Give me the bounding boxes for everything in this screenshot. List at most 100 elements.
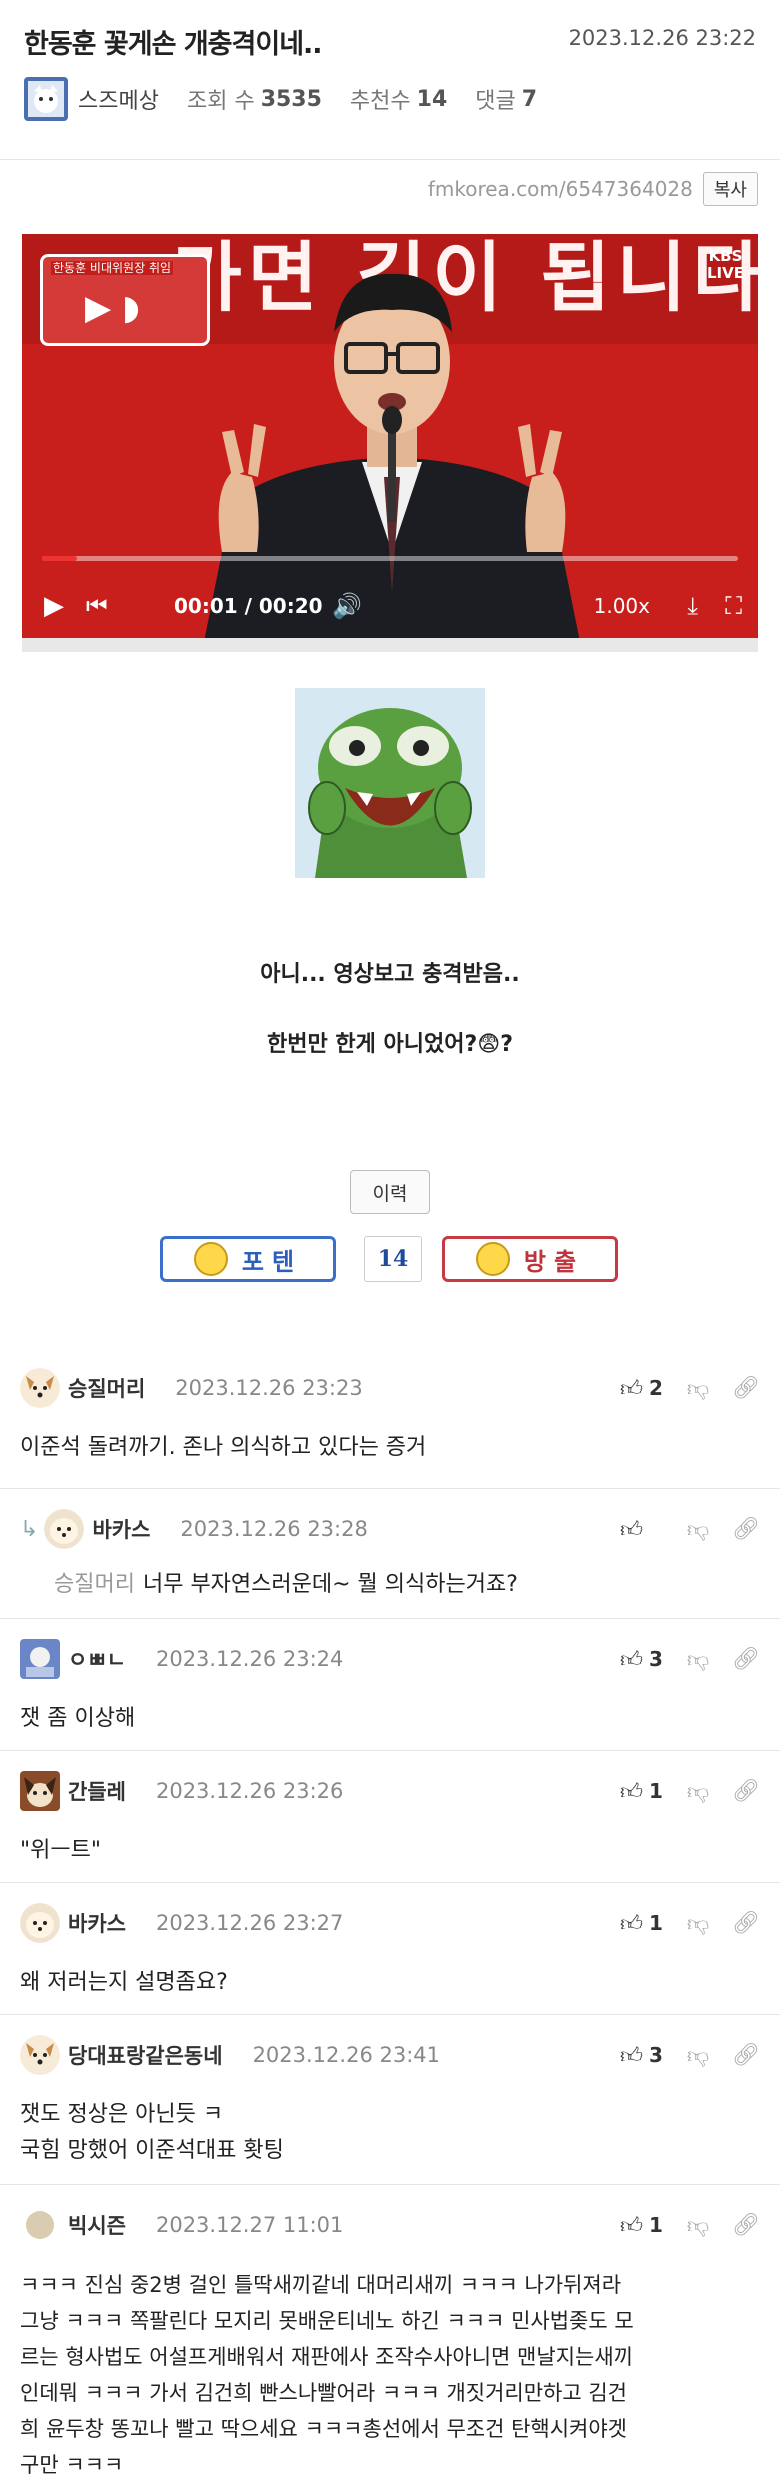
- link-icon[interactable]: 🔗︎: [720, 1911, 760, 1936]
- comment-text-line: 잿도 정상은 아닌듯 ㅋ: [20, 2102, 224, 2127]
- copy-button[interactable]: 복사: [702, 172, 758, 206]
- comment-text: 잿 좀 이상해: [20, 1706, 136, 1731]
- like-count: 3: [649, 2043, 663, 2067]
- thumbs-down-icon[interactable]: 👎︎: [676, 2212, 720, 2239]
- link-icon[interactable]: 🔗︎: [720, 1779, 760, 1804]
- comment-date: 2023.12.26 23:26: [155, 1779, 344, 1803]
- video-progress-fill: [42, 556, 77, 561]
- post-title: 한동훈 꽃게손 개충격이네..: [24, 29, 323, 60]
- comment-item: 간들레 2023.12.26 23:26 👍︎ 1 👎︎ 🔗︎ "위ㅡ트": [0, 1750, 780, 1882]
- author-name[interactable]: 스즈메상: [78, 83, 159, 115]
- comment-date: 2023.12.26 23:27: [155, 1911, 344, 1935]
- author-row: 스즈메상 조회 수 3535 추천수 14 댓글 7: [24, 76, 537, 122]
- link-icon[interactable]: 🔗︎: [720, 1647, 760, 1672]
- post-body-line-1: 아니... 영상보고 충격받음..: [260, 962, 520, 987]
- comment-date: 2023.12.26 23:24: [155, 1647, 344, 1671]
- dog-icon[interactable]: [20, 1771, 60, 1811]
- comment-author[interactable]: 바카스: [68, 1908, 126, 1938]
- comment-author[interactable]: 당대표랑같은동네: [68, 2040, 223, 2070]
- thumbs-down-face-icon: [475, 1242, 510, 1276]
- comment-date: 2023.12.26 23:41: [252, 2043, 440, 2067]
- like-button[interactable]: 👍︎ 1: [620, 2212, 676, 2239]
- like-count: 2: [649, 1376, 663, 1400]
- download-icon[interactable]: ⤓: [687, 584, 698, 628]
- link-icon[interactable]: 🔗︎: [720, 2213, 760, 2238]
- like-button[interactable]: 👍︎ 1: [620, 1910, 676, 1937]
- circle-icon[interactable]: [20, 2205, 60, 2245]
- thumbs-down-icon[interactable]: 👎︎: [676, 1646, 720, 1673]
- comment-text-row: 승질머리 너무 부자연스러운데~ 뭘 의식하는거죠?: [54, 1567, 780, 1603]
- comment-text: 너무 부자연스러운데~ 뭘 의식하는거죠?: [142, 1572, 518, 1597]
- comment-text-line: 국힘 망했어 이준석대표 홧팅: [20, 2138, 284, 2163]
- post-header: 한동훈 꽃게손 개충격이네.. 2023.12.26 23:22 스즈메상 조회…: [0, 0, 780, 160]
- video-player[interactable]: 가면 길이 됩니다 KBS LIVE 한동훈 비대위원장 취임 ▶ ◗ ▶ ⏮: [22, 234, 758, 652]
- link-icon[interactable]: 🔗︎: [720, 1517, 760, 1542]
- comment-author[interactable]: 승질머리: [68, 1373, 145, 1403]
- thumbs-up-icon: 👍︎: [620, 1647, 643, 1673]
- thumbs-down-icon[interactable]: 👎︎: [676, 2042, 720, 2069]
- comment-item: 당대표랑같은동네 2023.12.26 23:41 👍︎ 3 👎︎ 🔗︎ 잿도 …: [0, 2014, 780, 2184]
- upvote-label: 포텐: [241, 1247, 303, 1276]
- comment-text-line: 그냥 ㅋㅋㅋ 쪽팔린다 모지리 못배운티네노 하긴 ㅋㅋㅋ 민사법좆도 모: [20, 2309, 634, 2333]
- comment-date: 2023.12.26 23:28: [180, 1517, 368, 1541]
- volume-icon[interactable]: 🔊: [332, 584, 362, 628]
- comment-item: 빅시즌 2023.12.27 11:01 👍︎ 1 👎︎ 🔗︎ ㅋㅋㅋ 진심 중…: [0, 2184, 780, 2488]
- thumbnail-caption: 한동훈 비대위원장 취임: [51, 261, 174, 275]
- reply-arrow-icon: ↳: [20, 1516, 39, 1542]
- comment-text: 왜 저러는지 설명좀요?: [20, 1970, 228, 1995]
- source-url[interactable]: fmkorea.com/6547364028: [428, 177, 693, 201]
- comment-author[interactable]: ㅇㅃㄴ: [68, 1644, 126, 1674]
- puppy-icon[interactable]: [20, 1903, 60, 1943]
- playback-speed[interactable]: 1.00x: [594, 584, 650, 628]
- link-icon[interactable]: 🔗︎: [720, 2043, 760, 2068]
- comment-author[interactable]: 간들레: [68, 1776, 126, 1806]
- like-button[interactable]: 👍︎ 1: [620, 1778, 676, 1805]
- thumbs-down-icon[interactable]: 👎︎: [676, 1910, 720, 1937]
- like-button[interactable]: 👍︎ 3: [620, 2042, 676, 2069]
- source-row: fmkorea.com/6547364028 복사: [428, 172, 758, 206]
- comment-date: 2023.12.27 11:01: [155, 2213, 344, 2237]
- play-icon[interactable]: ▶: [44, 584, 64, 628]
- video-progress-track[interactable]: [42, 556, 738, 561]
- comment-text-line: 르는 형사법도 어설프게배워서 재판에사 조작수사아니면 맨날지는새끼: [20, 2345, 633, 2369]
- like-button[interactable]: 👍︎ 3: [620, 1646, 676, 1673]
- comment-item: 바카스 2023.12.26 23:27 👍︎ 1 👎︎ 🔗︎ 왜 저러는지 설…: [0, 1882, 780, 2014]
- history-button[interactable]: 이력: [350, 1170, 430, 1214]
- vote-count: 14: [364, 1236, 422, 1282]
- author-avatar[interactable]: [24, 77, 68, 121]
- downvote-label: 방출: [523, 1247, 585, 1276]
- dog-icon[interactable]: [20, 1368, 60, 1408]
- like-count: 1: [649, 1911, 663, 1935]
- comment-text: "위ㅡ트": [20, 1838, 101, 1863]
- fullscreen-icon[interactable]: ⛶: [725, 584, 742, 628]
- thumbs-down-icon[interactable]: 👎︎: [676, 1778, 720, 1805]
- channel-name: KBS: [708, 247, 743, 265]
- thumbs-down-icon[interactable]: 👎︎: [676, 1516, 720, 1543]
- photo-icon[interactable]: [20, 1639, 60, 1679]
- comment-text-line: 희 윤두창 똥꼬나 빨고 딱으세요 ㅋㅋㅋ총선에서 무조건 탄핵시켜야겟: [20, 2417, 628, 2441]
- puppy-icon[interactable]: [44, 1509, 85, 1549]
- like-count: 1: [649, 2213, 663, 2237]
- comment-item: ㅇㅃㄴ 2023.12.26 23:24 👍︎ 3 👎︎ 🔗︎ 잿 좀 이상해: [0, 1618, 780, 1750]
- post-body-line-2: 한번만 한게 아니었어?😨?: [267, 1032, 513, 1057]
- downvote-button[interactable]: 방출: [442, 1236, 618, 1282]
- comment-text: 잿도 정상은 아닌듯 ㅋ 국힘 망했어 이준석대표 홧팅: [20, 2097, 760, 2169]
- reply-target[interactable]: 승질머리: [54, 1572, 135, 1597]
- comment-text: ㅋㅋㅋ 진심 중2병 걸인 틀딱새끼같네 대머리새끼 ㅋㅋㅋ 나가뒤져라 그냥 …: [20, 2267, 760, 2483]
- comments-count: 7: [521, 86, 538, 112]
- like-button[interactable]: 👍︎: [620, 1516, 676, 1543]
- link-icon[interactable]: 🔗︎: [720, 1376, 760, 1401]
- comment-author[interactable]: 빅시즌: [68, 2210, 126, 2240]
- comment-date: 2023.12.26 23:23: [175, 1376, 363, 1400]
- comment-author[interactable]: 바카스: [92, 1514, 150, 1544]
- comment-text-line: 인데뭐 ㅋㅋㅋ 가서 김건희 빤스나빨어라 ㅋㅋㅋ 개짓거리만하고 김건: [20, 2381, 628, 2405]
- video-thumbnail-overlay[interactable]: 한동훈 비대위원장 취임 ▶ ◗: [40, 254, 210, 346]
- like-button[interactable]: 👍︎ 2: [620, 1375, 676, 1402]
- skip-back-icon[interactable]: ⏮: [86, 584, 108, 628]
- thumbs-up-icon: 👍︎: [620, 1911, 643, 1937]
- play-sound-icon: ▶ ◗: [85, 288, 140, 328]
- thumbs-down-icon[interactable]: 👎︎: [676, 1375, 720, 1402]
- thumbs-up-icon: 👍︎: [620, 1517, 643, 1543]
- dog-icon[interactable]: [20, 2035, 60, 2075]
- upvote-button[interactable]: 포텐: [160, 1236, 336, 1282]
